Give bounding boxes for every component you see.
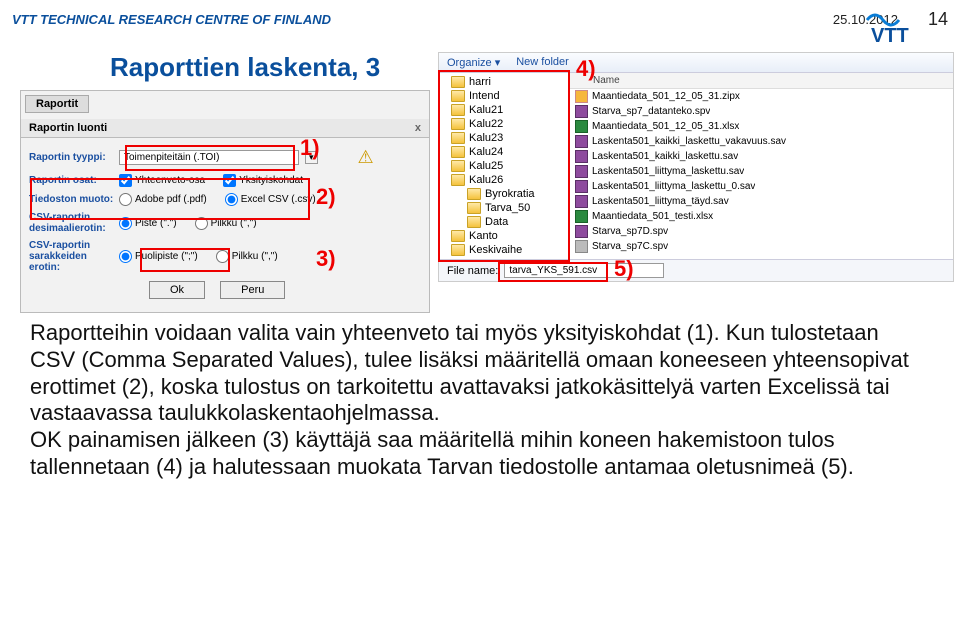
annotation-label-5: 5) <box>614 256 634 282</box>
annotation-label-3: 3) <box>316 246 336 272</box>
annotation-label-2: 2) <box>316 184 336 210</box>
organize-button[interactable]: Organize ▾ <box>447 56 500 69</box>
file-icon <box>575 120 588 133</box>
ok-button[interactable]: Ok <box>149 281 205 299</box>
slide-title: Raporttien laskenta, 3 <box>110 52 380 83</box>
file-icon <box>575 150 588 163</box>
new-folder-button[interactable]: New folder <box>516 56 569 69</box>
annotation-box-1 <box>125 145 295 171</box>
close-icon[interactable]: x <box>415 122 421 134</box>
annotation-box-4 <box>438 70 570 262</box>
file-name: Laskenta501_kaikki_laskettu.sav <box>592 151 738 162</box>
file-name: Maantiedata_501_testi.xlsx <box>592 211 713 222</box>
file-row[interactable]: Starva_sp7D.spv <box>569 224 953 239</box>
file-icon <box>575 135 588 148</box>
file-name: Maantiedata_501_12_05_31.zipx <box>592 91 740 102</box>
file-icon <box>575 90 588 103</box>
file-name: Maantiedata_501_12_05_31.xlsx <box>592 121 739 132</box>
warning-icon: ⚠ <box>358 147 374 168</box>
file-row[interactable]: Starva_sp7C.spv <box>569 239 953 254</box>
svg-text:VTT: VTT <box>871 25 909 46</box>
file-icon <box>575 195 588 208</box>
file-icon <box>575 180 588 193</box>
file-list[interactable]: Name Maantiedata_501_12_05_31.zipx Starva… <box>569 73 953 259</box>
file-row[interactable]: Maantiedata_501_12_05_31.xlsx <box>569 119 953 134</box>
file-icon <box>575 240 588 253</box>
vtt-logo-icon: VTT <box>865 6 945 46</box>
report-type-label: Raportin tyyppi: <box>29 152 119 163</box>
file-icon <box>575 105 588 118</box>
radio-col-semicolon[interactable] <box>119 250 132 263</box>
file-row[interactable]: Laskenta501_kaikki_laskettu.sav <box>569 149 953 164</box>
file-list-body: Maantiedata_501_12_05_31.zipx Starva_sp7_… <box>569 89 953 254</box>
body-text: Raportteihin voidaan valita vain yhteenv… <box>30 320 930 481</box>
dialog-tab-reports[interactable]: Raportit <box>25 95 89 113</box>
org-name: VTT TECHNICAL RESEARCH CENTRE OF FINLAND <box>12 12 331 27</box>
file-name: Starva_sp7C.spv <box>592 241 668 252</box>
file-icon <box>575 210 588 223</box>
file-row[interactable]: Maantiedata_501_12_05_31.zipx <box>569 89 953 104</box>
filename-label: File name: <box>447 265 498 277</box>
annotation-label-4: 4) <box>576 56 596 82</box>
file-icon <box>575 225 588 238</box>
annotation-box-5 <box>498 262 608 282</box>
file-row[interactable]: Laskenta501_kaikki_laskettu_vakavuus.sav <box>569 134 953 149</box>
vtt-logo: VTT <box>860 4 950 48</box>
file-name: Starva_sp7D.spv <box>592 226 668 237</box>
file-name: Laskenta501_kaikki_laskettu_vakavuus.sav <box>592 136 786 147</box>
body-paragraph: OK painamisen jälkeen (3) käyttäjä saa m… <box>30 427 930 481</box>
annotation-label-1: 1) <box>300 135 320 161</box>
dialog-title: Raportin luonti <box>29 122 107 134</box>
file-icon <box>575 165 588 178</box>
file-name: Starva_sp7_datanteko.spv <box>592 106 710 117</box>
radio-col-comma-label: Pilkku (",") <box>232 251 278 262</box>
file-name: Laskenta501_liittyma_täyd.sav <box>592 196 729 207</box>
csv-column-label: CSV-raportin sarakkeiden erotin: <box>29 240 119 273</box>
annotation-box-2 <box>30 178 310 220</box>
file-row[interactable]: Laskenta501_liittyma_laskettu.sav <box>569 164 953 179</box>
file-row[interactable]: Laskenta501_liittyma_laskettu_0.sav <box>569 179 953 194</box>
file-name: Laskenta501_liittyma_laskettu.sav <box>592 166 744 177</box>
cancel-button[interactable]: Peru <box>220 281 285 299</box>
file-name: Laskenta501_liittyma_laskettu_0.sav <box>592 181 755 192</box>
column-header-name[interactable]: Name <box>593 75 947 86</box>
file-row[interactable]: Laskenta501_liittyma_täyd.sav <box>569 194 953 209</box>
slide-header: VTT TECHNICAL RESEARCH CENTRE OF FINLAND… <box>0 0 960 38</box>
file-row[interactable]: Maantiedata_501_testi.xlsx <box>569 209 953 224</box>
body-paragraph: Raportteihin voidaan valita vain yhteenv… <box>30 320 930 427</box>
annotation-box-3 <box>140 248 230 272</box>
file-row[interactable]: Starva_sp7_datanteko.spv <box>569 104 953 119</box>
